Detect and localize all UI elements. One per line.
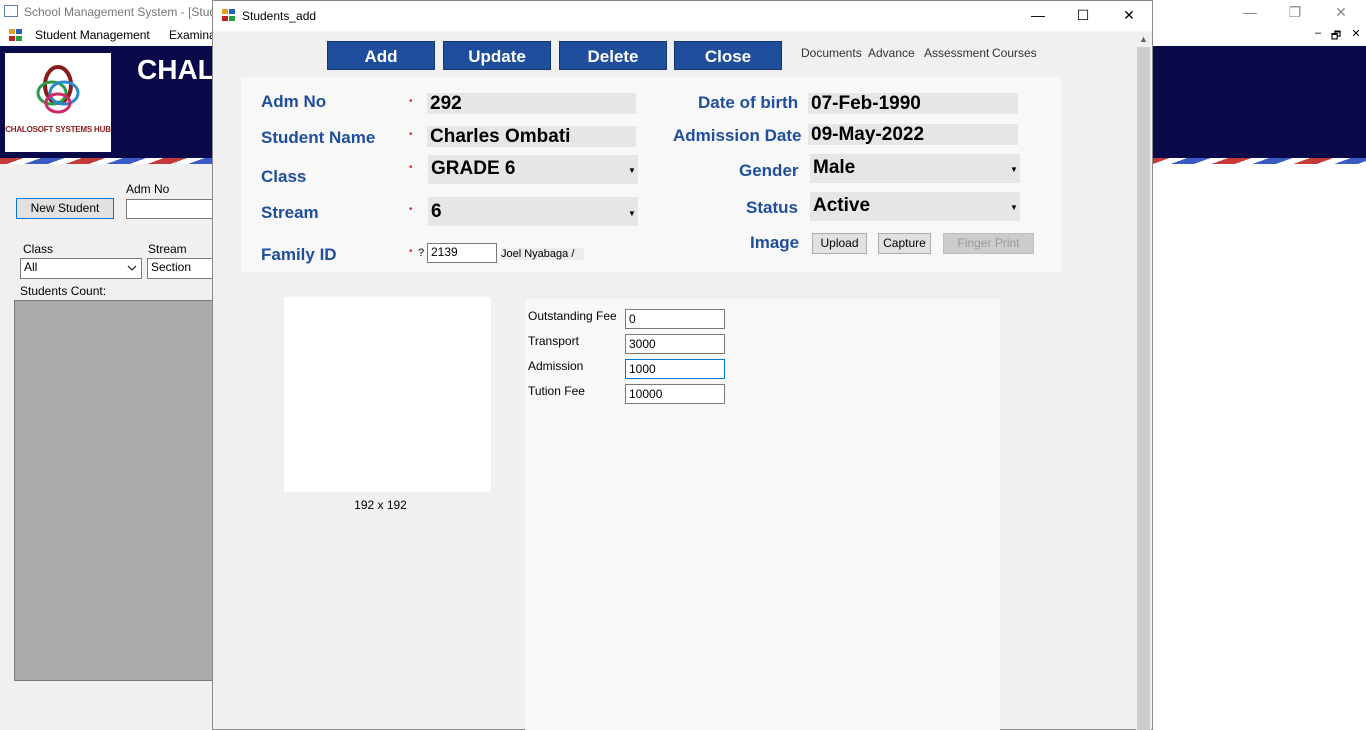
dialog-app-icon: [222, 9, 236, 21]
mdi-child-icon: [9, 29, 22, 41]
class-select-value: GRADE 6: [431, 158, 516, 179]
image-label: Image: [750, 233, 800, 252]
status-label: Status: [746, 198, 798, 217]
admission-fee-input[interactable]: 1000: [625, 359, 725, 379]
logo-rings-icon: [36, 65, 80, 114]
chevron-down-icon: [127, 265, 137, 271]
gender-select-value: Male: [813, 157, 856, 178]
banner-title: CHAL: [137, 54, 215, 85]
dialog-title: Students_add: [242, 9, 317, 23]
gender-label: Gender: [739, 161, 799, 180]
adm-no-filter-input[interactable]: [126, 199, 213, 219]
admission-date-label: Admission Date: [673, 126, 802, 145]
upload-button[interactable]: Upload: [812, 233, 867, 254]
gender-select[interactable]: Male ▼: [810, 154, 1020, 183]
new-student-button[interactable]: New Student: [16, 198, 114, 219]
admission-fee-label: Admission: [528, 359, 584, 373]
transport-fee-input[interactable]: 3000: [625, 334, 725, 354]
students-grid[interactable]: [14, 300, 213, 681]
stream-filter-select[interactable]: Section: [147, 258, 213, 279]
main-window-title: School Management System - [Stud: [24, 5, 217, 19]
outstanding-fee-label: Outstanding Fee: [528, 309, 617, 323]
class-filter-select[interactable]: All: [20, 258, 142, 279]
student-name-label: Student Name: [261, 128, 376, 147]
mdi-close-icon[interactable]: ✕: [1348, 27, 1364, 40]
chevron-down-icon: ▼: [1010, 203, 1018, 212]
photo-size-label: 192 x 192: [354, 498, 407, 512]
chevron-down-icon: ▼: [628, 166, 636, 175]
scroll-up-icon[interactable]: ▲: [1136, 32, 1151, 47]
chevron-down-icon: ▼: [628, 209, 636, 218]
stream-label: Stream: [261, 203, 319, 222]
outstanding-fee-input[interactable]: 0: [625, 309, 725, 329]
mdi-restore-icon[interactable]: 🗗: [1328, 27, 1344, 46]
advance-link[interactable]: Advance: [868, 46, 915, 60]
add-button[interactable]: Add: [327, 41, 435, 70]
family-name-text: Joel Nyabaga /: [501, 248, 585, 260]
app-icon: [4, 5, 18, 17]
restore-icon[interactable]: ❐: [1280, 2, 1310, 22]
adm-no-filter-label: Adm No: [126, 182, 170, 196]
dialog-close-icon[interactable]: ✕: [1109, 4, 1149, 26]
chevron-down-icon: ▼: [1010, 165, 1018, 174]
required-marker: •: [409, 96, 413, 107]
class-filter-label: Class: [23, 242, 54, 256]
finger-print-button[interactable]: Finger Print: [943, 233, 1034, 254]
dialog-titlebar: [213, 1, 1152, 31]
required-marker: •: [409, 204, 413, 215]
update-button[interactable]: Update: [443, 41, 551, 70]
capture-button[interactable]: Capture: [878, 233, 931, 254]
adm-no-input[interactable]: 292: [427, 93, 636, 114]
close-button[interactable]: Close: [674, 41, 782, 70]
fees-panel: [525, 299, 1000, 730]
menu-student-management[interactable]: Student Management: [35, 28, 150, 42]
close-icon[interactable]: ✕: [1326, 2, 1356, 22]
class-filter-value: All: [24, 260, 38, 274]
stream-select-value: 6: [431, 201, 442, 222]
status-select[interactable]: Active ▼: [810, 192, 1020, 221]
family-id-label: Family ID: [261, 245, 337, 264]
student-photo: [284, 297, 491, 492]
status-select-value: Active: [813, 195, 871, 216]
dob-label: Date of birth: [698, 93, 799, 112]
school-logo: CHALOSOFT SYSTEMS HUB: [5, 53, 111, 152]
stream-filter-label: Stream: [148, 242, 187, 256]
scrollbar-thumb[interactable]: [1137, 47, 1150, 730]
required-marker: •: [409, 129, 413, 140]
tution-fee-label: Tution Fee: [528, 384, 585, 398]
assessment-link[interactable]: Assessment: [924, 46, 989, 60]
admission-date-input[interactable]: 09-May-2022: [808, 124, 1018, 145]
student-name-input[interactable]: Charles Ombati: [427, 126, 636, 147]
dob-input[interactable]: 07-Feb-1990: [808, 93, 1018, 114]
menu-examinations[interactable]: Examina: [169, 28, 216, 42]
dialog-minimize-icon[interactable]: —: [1018, 4, 1058, 26]
required-marker: •: [409, 162, 413, 173]
documents-link[interactable]: Documents: [801, 46, 862, 60]
dialog-maximize-icon[interactable]: ☐: [1063, 4, 1103, 26]
minimize-icon[interactable]: —: [1235, 2, 1265, 22]
delete-button[interactable]: Delete: [559, 41, 667, 70]
required-marker: •: [409, 246, 413, 257]
courses-link[interactable]: Courses: [992, 46, 1037, 60]
stream-select[interactable]: 6 ▼: [428, 197, 638, 226]
logo-text: CHALOSOFT SYSTEMS HUB: [5, 125, 111, 134]
mdi-minimize-icon[interactable]: –: [1310, 27, 1326, 39]
class-select[interactable]: GRADE 6 ▼: [428, 155, 638, 184]
students-count-label: Students Count:: [20, 284, 107, 298]
transport-fee-label: Transport: [528, 334, 579, 348]
tution-fee-input[interactable]: 10000: [625, 384, 725, 404]
family-id-help-icon[interactable]: ?: [418, 247, 424, 259]
class-label: Class: [261, 167, 307, 186]
adm-no-label: Adm No: [261, 92, 327, 111]
family-id-input[interactable]: 2139: [427, 243, 497, 263]
